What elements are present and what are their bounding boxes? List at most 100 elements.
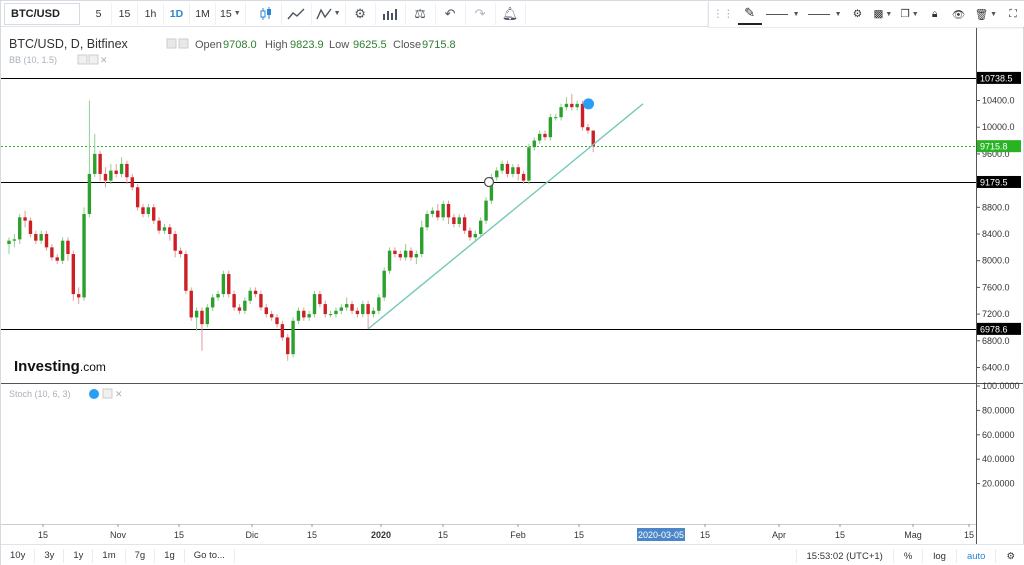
candle-body[interactable] — [420, 227, 424, 255]
stoch-eye-icon[interactable] — [89, 389, 99, 399]
candle-body[interactable] — [302, 310, 306, 318]
candle-body[interactable] — [516, 167, 520, 174]
candle-body[interactable] — [125, 163, 129, 178]
stoch-close-icon[interactable]: ✕ — [115, 389, 123, 399]
candle-body[interactable] — [55, 257, 59, 261]
settings-gear-icon[interactable]: ⚙ — [346, 2, 376, 25]
interval-15m-button[interactable]: 15 — [112, 2, 138, 25]
candle-body[interactable] — [34, 234, 38, 241]
candle-body[interactable] — [355, 310, 360, 315]
clock-timezone[interactable]: 15:53:02 (UTC+1) — [795, 549, 893, 563]
candle-body[interactable] — [87, 173, 92, 214]
candle-body[interactable] — [436, 210, 440, 218]
candle-body[interactable] — [18, 217, 22, 240]
candle-body[interactable] — [60, 240, 65, 261]
candle-body[interactable] — [403, 250, 408, 258]
chart-settings-gear-icon[interactable]: ⚙ — [995, 549, 1024, 563]
candle-body[interactable] — [23, 217, 27, 221]
candle-body[interactable] — [93, 153, 97, 174]
bb-close-icon[interactable]: ✕ — [100, 55, 108, 65]
legend-eye-icon[interactable] — [166, 38, 177, 49]
candle-body[interactable] — [44, 234, 49, 248]
candle-body[interactable] — [554, 117, 558, 119]
interval-custom-button[interactable]: 15 ▼ — [216, 2, 246, 25]
range-1d-button[interactable]: 1g — [155, 548, 185, 563]
candle-body[interactable] — [178, 250, 183, 255]
stoch-pane[interactable] — [1, 384, 976, 544]
chart-canvas[interactable]: BTC/USD, D, Bitfinex Open 9708.0 High 98… — [1, 28, 1023, 544]
candle-body[interactable] — [103, 173, 108, 181]
candle-body[interactable] — [532, 140, 536, 148]
redo-icon[interactable]: ↷ — [466, 2, 496, 25]
candle-body[interactable] — [227, 274, 231, 295]
undo-icon[interactable]: ↶ — [436, 2, 466, 25]
range-10y-button[interactable]: 10y — [1, 548, 36, 563]
candle-body[interactable] — [425, 213, 429, 228]
candle-body[interactable] — [296, 310, 301, 321]
candle-body[interactable] — [430, 210, 435, 214]
drawing-settings-gear-icon[interactable]: ⚙ — [846, 3, 870, 25]
candle-body[interactable] — [28, 220, 33, 234]
range-1y-button[interactable]: 1y — [64, 548, 94, 563]
candle-body[interactable] — [543, 133, 547, 138]
fullscreen-icon[interactable]: ⛶ — [1001, 3, 1024, 25]
candle-body[interactable] — [344, 304, 349, 308]
candle-body[interactable] — [173, 234, 177, 251]
candle-body[interactable] — [189, 290, 193, 318]
candle-body[interactable] — [484, 200, 488, 221]
candle-body[interactable] — [119, 163, 124, 174]
drawing-anchor-handle[interactable] — [483, 176, 495, 188]
candle-body[interactable] — [500, 163, 504, 171]
candle-body[interactable] — [130, 177, 134, 188]
candle-body[interactable] — [398, 254, 402, 258]
candle-body[interactable] — [580, 103, 585, 128]
candle-body[interactable] — [414, 254, 419, 258]
candle-body[interactable] — [221, 274, 226, 295]
candle-body[interactable] — [307, 314, 311, 318]
drag-handle-icon[interactable]: ⋮⋮ — [709, 3, 738, 25]
candle-body[interactable] — [264, 307, 268, 315]
candle-body[interactable] — [280, 324, 285, 338]
candle-body[interactable] — [248, 290, 252, 301]
candle-body[interactable] — [339, 307, 344, 311]
candle-body[interactable] — [259, 294, 263, 308]
goto-date-button[interactable]: Go to... — [185, 548, 235, 563]
bb-settings-icon[interactable] — [88, 54, 99, 65]
candle-body[interactable] — [366, 304, 370, 315]
candle-body[interactable] — [521, 173, 526, 181]
candle-body[interactable] — [328, 314, 333, 316]
pivot-marker-icon[interactable] — [583, 98, 595, 110]
log-scale-toggle[interactable]: log — [922, 549, 956, 563]
stoch-settings-icon[interactable] — [102, 388, 113, 399]
clone-icon[interactable]: ❐ ▼ — [896, 3, 922, 25]
candle-body[interactable] — [71, 254, 76, 295]
line-width-select[interactable]: ▼ — [804, 3, 846, 25]
candle-body[interactable] — [334, 310, 338, 315]
resistance-top-price-label-group[interactable]: 10738.5 — [977, 71, 1021, 84]
candle-body[interactable] — [361, 304, 365, 315]
candle-body[interactable] — [162, 227, 167, 231]
candle-body[interactable] — [457, 217, 461, 224]
candle-body[interactable] — [564, 103, 569, 108]
range-7d-button[interactable]: 7g — [126, 548, 156, 563]
candle-body[interactable] — [275, 317, 279, 325]
candle-body[interactable] — [318, 294, 322, 305]
candle-body[interactable] — [12, 239, 17, 241]
range-1m-button[interactable]: 1m — [93, 548, 126, 563]
compare-icon[interactable] — [282, 2, 312, 25]
candle-body[interactable] — [194, 310, 199, 318]
interval-5m-button[interactable]: 5 — [86, 2, 112, 25]
interval-1mo-button[interactable]: 1M — [190, 2, 216, 25]
candle-body[interactable] — [210, 297, 215, 308]
candle-body[interactable] — [39, 234, 43, 241]
candle-body[interactable] — [157, 220, 161, 231]
candle-body[interactable] — [205, 307, 210, 325]
candle-body[interactable] — [478, 220, 483, 234]
fill-icon[interactable]: ▩ ▼ — [870, 3, 897, 25]
candle-body[interactable] — [446, 203, 451, 218]
candle-body[interactable] — [184, 254, 188, 291]
candle-body[interactable] — [452, 217, 456, 224]
interval-1d-button[interactable]: 1D — [164, 2, 190, 25]
studies-chart-icon[interactable] — [376, 2, 406, 25]
candle-body[interactable] — [152, 207, 156, 221]
